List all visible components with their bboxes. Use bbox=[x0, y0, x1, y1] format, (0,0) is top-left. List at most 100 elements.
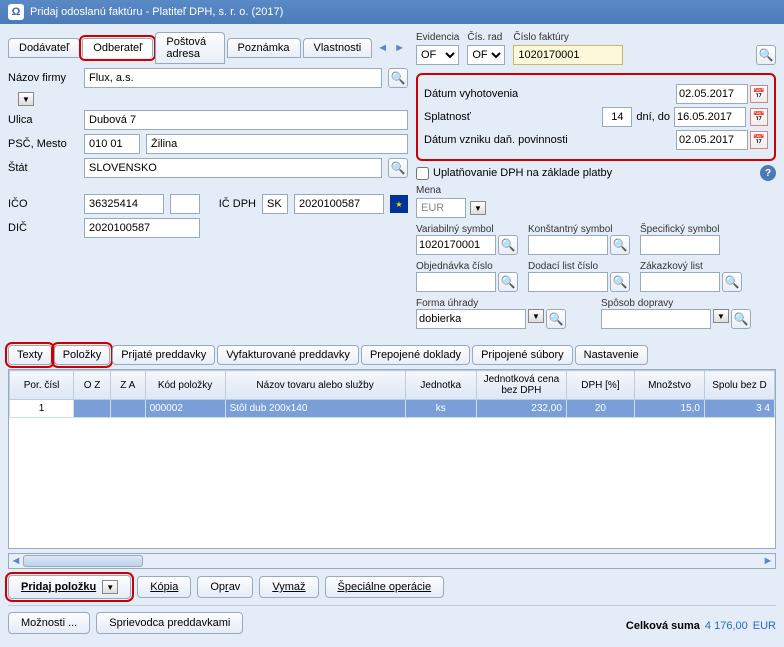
state-input[interactable] bbox=[84, 158, 382, 178]
due-date-input[interactable] bbox=[674, 107, 746, 127]
icdph-input[interactable] bbox=[294, 194, 384, 214]
tab-vlastnosti[interactable]: Vlastnosti bbox=[303, 38, 373, 58]
company-name-input[interactable] bbox=[84, 68, 382, 88]
icdph-prefix-input[interactable] bbox=[262, 194, 288, 214]
delete-button[interactable]: Vymaž bbox=[259, 576, 318, 598]
lookup-varsym-icon[interactable]: 🔍 bbox=[498, 235, 518, 255]
table-row[interactable]: 1 000002 Stôl dub 200x140 ks 232,00 20 1… bbox=[10, 400, 775, 418]
tab-poznamka[interactable]: Poznámka bbox=[227, 38, 301, 58]
lookup-dod-icon[interactable]: 🔍 bbox=[610, 272, 630, 292]
scroll-right-icon[interactable]: ► bbox=[761, 555, 775, 567]
specsym-input[interactable] bbox=[640, 235, 720, 255]
vat-payment-checkbox[interactable] bbox=[416, 167, 429, 180]
help-icon[interactable]: ? bbox=[760, 165, 776, 181]
tab-postova[interactable]: Poštová adresa bbox=[155, 32, 224, 64]
tab-pripojene[interactable]: Pripojené súbory bbox=[472, 345, 573, 365]
currency-input[interactable] bbox=[416, 198, 466, 218]
konsym-input[interactable] bbox=[528, 235, 608, 255]
tab-texty[interactable]: Texty bbox=[8, 345, 52, 365]
tax-date-input[interactable] bbox=[676, 130, 748, 150]
days-suffix: dní, do bbox=[636, 111, 670, 123]
lookup-doprava-icon[interactable]: 🔍 bbox=[731, 309, 751, 329]
label-cisrad: Čís. rad bbox=[467, 32, 505, 43]
invoice-number-input[interactable] bbox=[513, 45, 623, 65]
options-button[interactable]: Možnosti ... bbox=[8, 612, 90, 634]
label-cislofaktury: Číslo faktúry bbox=[513, 32, 776, 43]
label-doprava: Spôsob dopravy bbox=[601, 298, 776, 309]
forma-input[interactable] bbox=[416, 309, 526, 329]
special-button[interactable]: Špeciálne operácie bbox=[325, 576, 445, 598]
tab-nastavenie[interactable]: Nastavenie bbox=[575, 345, 648, 365]
mid-tabs: Texty Položky Prijaté preddavky Vyfaktur… bbox=[8, 345, 776, 365]
col-kod[interactable]: Kód položky bbox=[145, 371, 225, 400]
tabs-scroll-right[interactable]: ► bbox=[391, 42, 408, 54]
eu-flag-icon[interactable]: ★ bbox=[390, 195, 408, 213]
col-mnozstvo[interactable]: Množstvo bbox=[635, 371, 705, 400]
lookup-konsym-icon[interactable]: 🔍 bbox=[610, 235, 630, 255]
wizard-button[interactable]: Sprievodca preddavkami bbox=[96, 612, 243, 634]
dic-input[interactable] bbox=[84, 218, 200, 238]
tab-dodavatel[interactable]: Dodávateľ bbox=[8, 38, 80, 58]
tabs-scroll-left[interactable]: ◄ bbox=[374, 42, 391, 54]
issue-date-input[interactable] bbox=[676, 84, 748, 104]
scroll-left-icon[interactable]: ◄ bbox=[9, 555, 23, 567]
lookup-company-icon[interactable]: 🔍 bbox=[388, 68, 408, 88]
lookup-zak-icon[interactable]: 🔍 bbox=[722, 272, 742, 292]
scroll-thumb[interactable] bbox=[23, 555, 143, 567]
varsym-input[interactable] bbox=[416, 235, 496, 255]
lookup-obj-icon[interactable]: 🔍 bbox=[498, 272, 518, 292]
lookup-invoice-icon[interactable]: 🔍 bbox=[756, 45, 776, 65]
col-spolu[interactable]: Spolu bez D bbox=[705, 371, 775, 400]
edit-button[interactable]: Oprav bbox=[197, 576, 253, 598]
company-dropdown[interactable]: ▼ bbox=[18, 92, 34, 106]
city-input[interactable] bbox=[146, 134, 408, 154]
label-ulica: Ulica bbox=[8, 114, 78, 126]
tab-odberatel[interactable]: Odberateľ bbox=[82, 38, 153, 58]
currency-dropdown[interactable]: ▼ bbox=[470, 201, 486, 215]
supplier-tabs: Dodávateľ Odberateľ Poštová adresa Pozná… bbox=[8, 32, 408, 64]
col-por[interactable]: Por. čísl bbox=[10, 371, 74, 400]
grid-hscroll[interactable]: ◄ ► bbox=[8, 553, 776, 569]
calendar-icon[interactable]: 📅 bbox=[750, 131, 768, 149]
copy-button[interactable]: Kópia bbox=[137, 576, 191, 598]
ico-input[interactable] bbox=[84, 194, 164, 214]
col-cena[interactable]: Jednotková cena bez DPH bbox=[476, 371, 566, 400]
col-jednotka[interactable]: Jednotka bbox=[405, 371, 476, 400]
lookup-forma-icon[interactable]: 🔍 bbox=[546, 309, 566, 329]
label-splatnost: Splatnosť bbox=[424, 111, 471, 123]
tab-polozky[interactable]: Položky bbox=[54, 345, 111, 365]
col-nazov[interactable]: Názov tovaru alebo služby bbox=[225, 371, 405, 400]
col-za[interactable]: Z A bbox=[111, 371, 146, 400]
label-forma: Forma úhrady bbox=[416, 298, 591, 309]
calendar-icon[interactable]: 📅 bbox=[750, 108, 768, 126]
evidencia-select[interactable]: OF bbox=[416, 45, 459, 65]
col-dph[interactable]: DPH [%] bbox=[566, 371, 634, 400]
zak-input[interactable] bbox=[640, 272, 720, 292]
cell-por: 1 bbox=[10, 400, 74, 418]
doprava-dropdown[interactable]: ▼ bbox=[713, 309, 729, 323]
obj-input[interactable] bbox=[416, 272, 496, 292]
doprava-input[interactable] bbox=[601, 309, 711, 329]
add-item-dropdown[interactable]: ▼ bbox=[102, 580, 118, 594]
tab-vyfakturovane[interactable]: Vyfakturované preddavky bbox=[217, 345, 359, 365]
items-grid[interactable]: Por. čísl O Z Z A Kód položky Názov tova… bbox=[8, 369, 776, 549]
cell-za bbox=[111, 400, 146, 418]
tab-prijate[interactable]: Prijaté preddavky bbox=[112, 345, 215, 365]
label-dic: DIČ bbox=[8, 222, 78, 234]
days-input[interactable] bbox=[602, 107, 632, 127]
calendar-icon[interactable]: 📅 bbox=[750, 85, 768, 103]
street-input[interactable] bbox=[84, 110, 408, 130]
label-evidencia: Evidencia bbox=[416, 32, 459, 43]
label-konsym: Konštantný symbol bbox=[528, 224, 630, 235]
forma-dropdown[interactable]: ▼ bbox=[528, 309, 544, 323]
psc-input[interactable] bbox=[84, 134, 140, 154]
divider bbox=[8, 605, 776, 606]
ico-extra-input[interactable] bbox=[170, 194, 200, 214]
add-item-button[interactable]: Pridaj položku ▼ bbox=[8, 575, 131, 599]
cell-dph: 20 bbox=[566, 400, 634, 418]
tab-prepojene[interactable]: Prepojené doklady bbox=[361, 345, 470, 365]
cisrad-select[interactable]: OF bbox=[467, 45, 505, 65]
dod-input[interactable] bbox=[528, 272, 608, 292]
col-oz[interactable]: O Z bbox=[74, 371, 111, 400]
lookup-state-icon[interactable]: 🔍 bbox=[388, 158, 408, 178]
